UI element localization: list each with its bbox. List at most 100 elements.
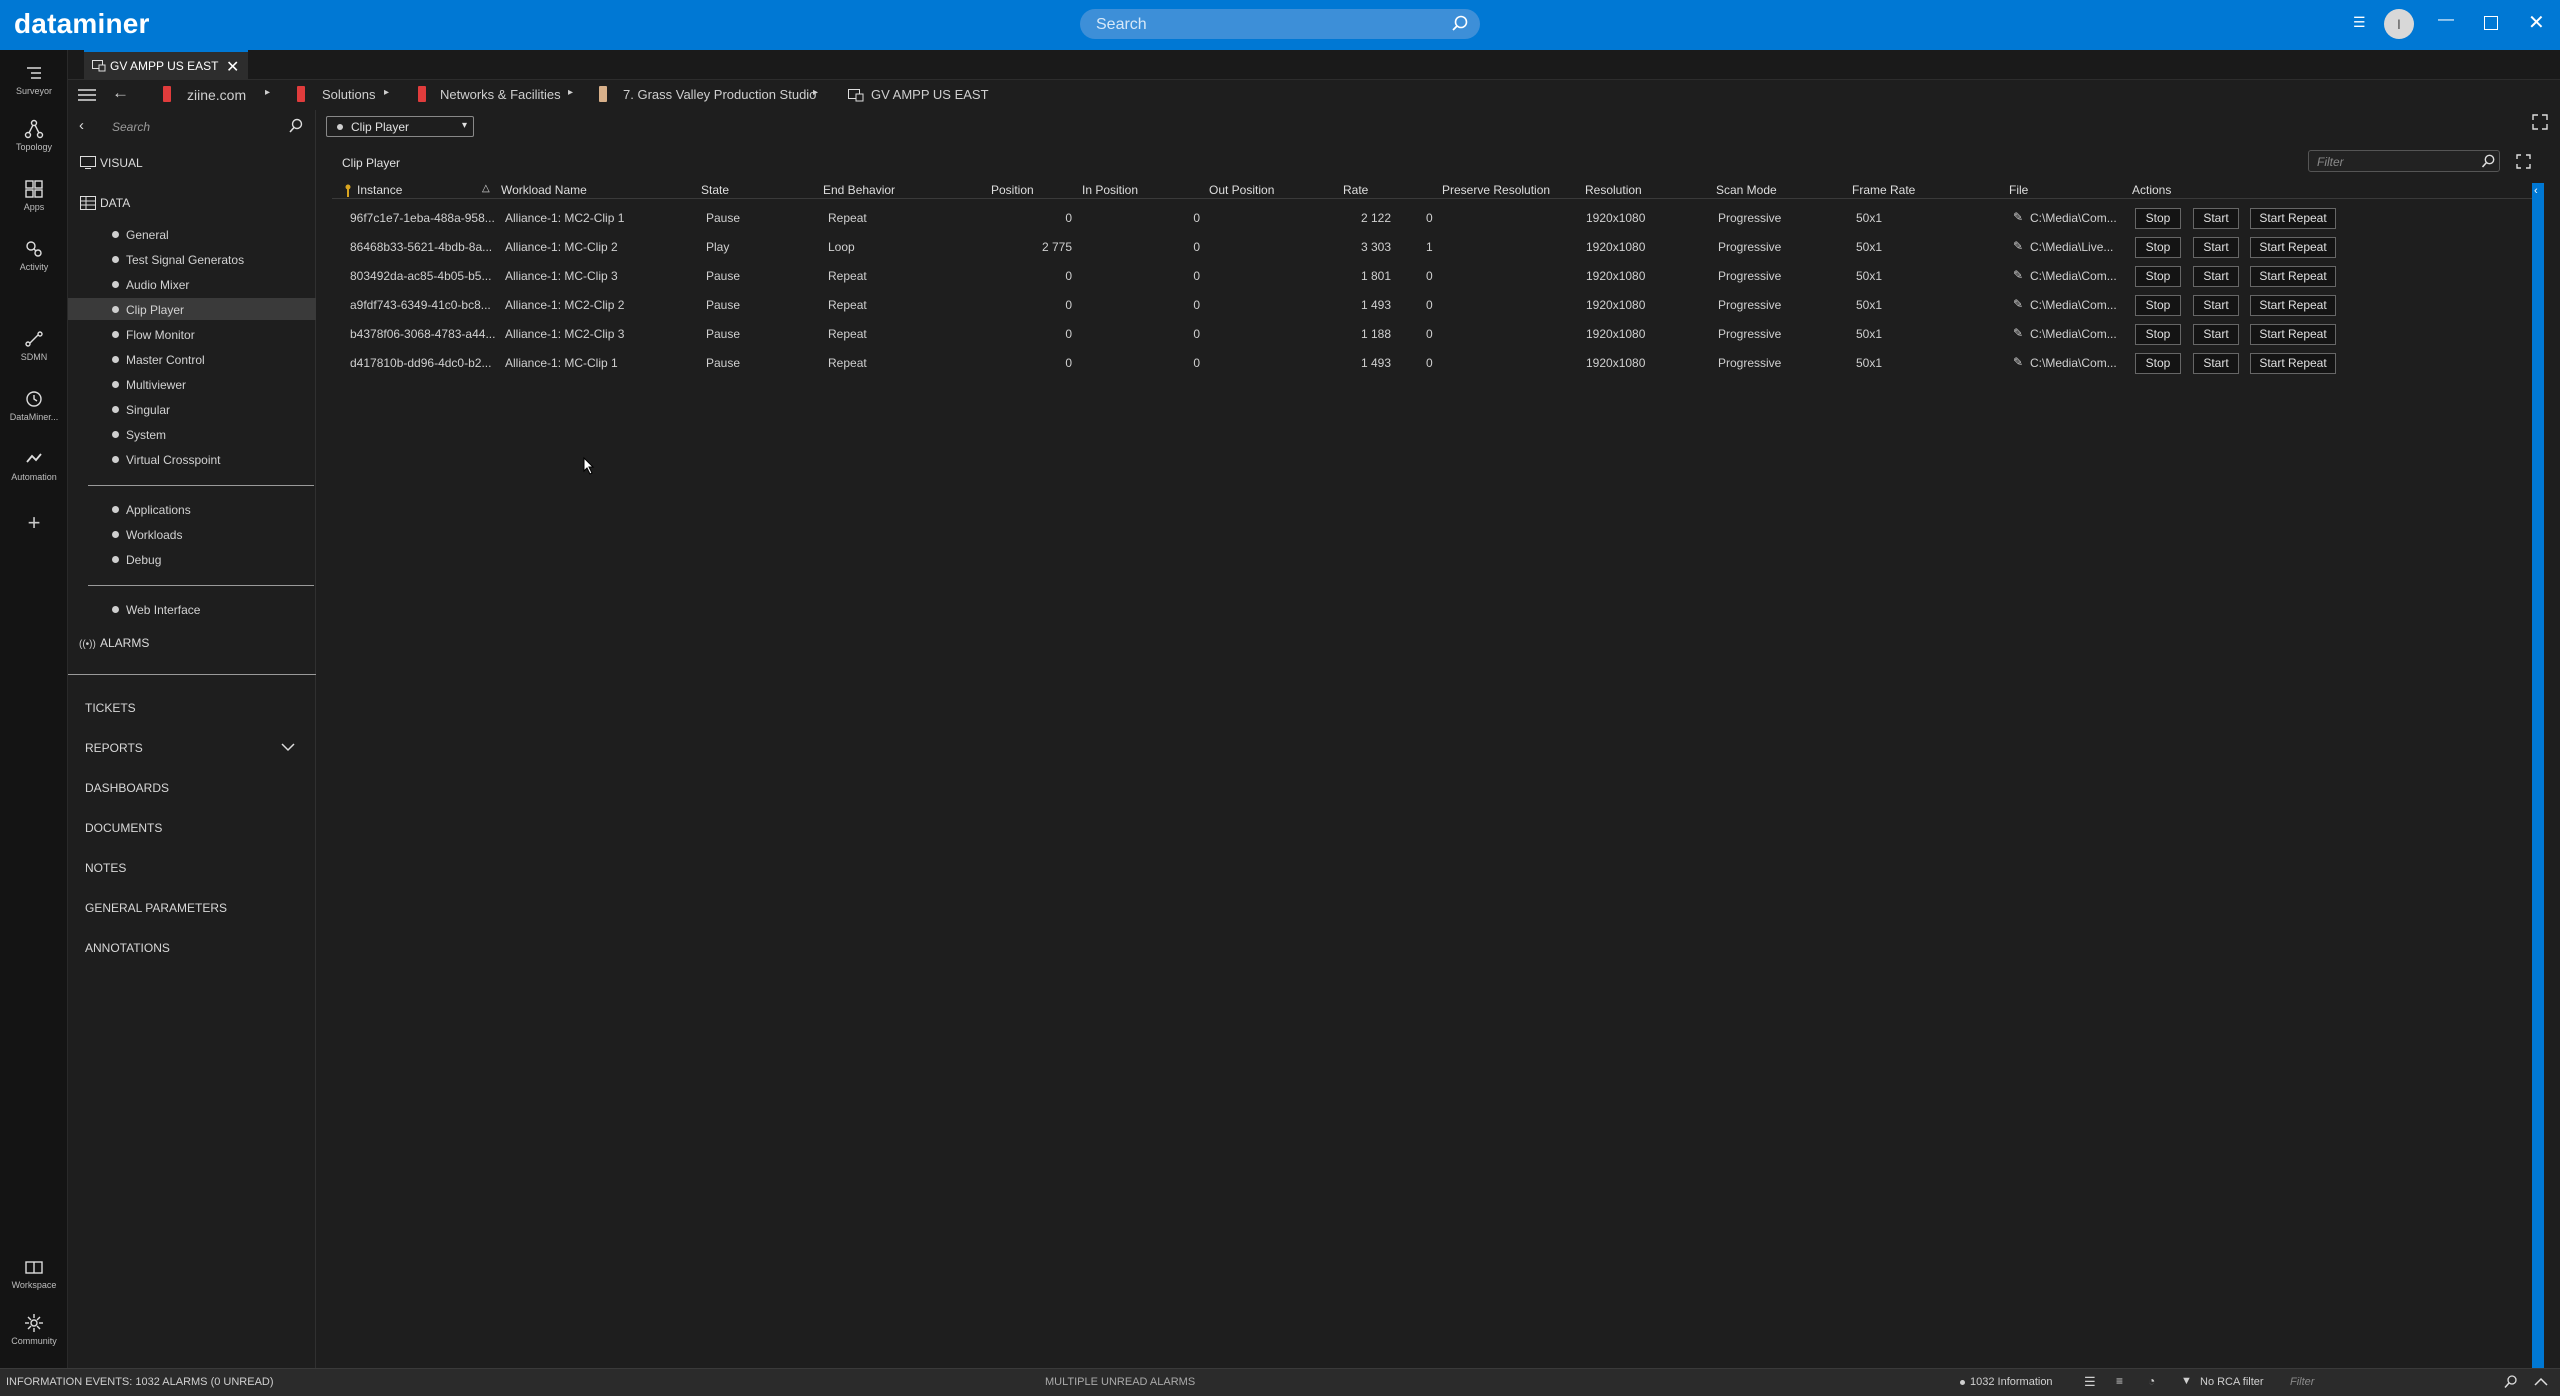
start-repeat-button[interactable]: Start Repeat <box>2250 324 2336 345</box>
nav-data[interactable]: DATA <box>100 196 130 210</box>
nav-item-applications[interactable]: Applications <box>126 503 191 517</box>
nav-annotations[interactable]: ANNOTATIONS <box>85 941 170 955</box>
table-row[interactable]: b4378f06-3068-4783-a44... Alliance-1: MC… <box>332 324 2532 345</box>
stop-button[interactable]: Stop <box>2135 208 2181 229</box>
rail-community[interactable]: Community <box>0 1312 68 1346</box>
column-header-instance[interactable]: Instance <box>357 183 402 197</box>
table-row[interactable]: a9fdf743-6349-41c0-bc8... Alliance-1: MC… <box>332 295 2532 316</box>
expand-icon[interactable] <box>2532 114 2548 133</box>
pencil-icon[interactable]: ✎ <box>2013 239 2023 253</box>
tab-close-icon[interactable]: ✕ <box>226 57 239 77</box>
nav-item-flow-monitor[interactable]: Flow Monitor <box>126 328 195 342</box>
start-button[interactable]: Start <box>2193 237 2239 258</box>
list-icon[interactable]: ☰ <box>2084 1374 2096 1390</box>
rail-dataminer[interactable]: DataMiner... <box>0 388 68 422</box>
nav-item-workloads[interactable]: Workloads <box>126 528 182 542</box>
minimize-icon[interactable]: — <box>2438 11 2454 29</box>
stop-button[interactable]: Stop <box>2135 324 2181 345</box>
avatar[interactable]: I <box>2384 9 2414 39</box>
table-row[interactable]: 86468b33-5621-4bdb-8a... Alliance-1: MC-… <box>332 237 2532 258</box>
nav-alarms[interactable]: ALARMS <box>100 636 149 650</box>
collapse-nav-icon[interactable]: ‹ <box>79 117 84 134</box>
column-header-position[interactable]: Position <box>991 183 1034 197</box>
column-header-frame-rate[interactable]: Frame Rate <box>1852 183 1915 197</box>
right-panel-scrollbar[interactable] <box>2532 183 2544 1368</box>
nav-tickets[interactable]: TICKETS <box>85 701 136 715</box>
start-button[interactable]: Start <box>2193 208 2239 229</box>
start-button[interactable]: Start <box>2193 266 2239 287</box>
rail-surveyor[interactable]: Surveyor <box>0 62 68 96</box>
status-information-events[interactable]: INFORMATION EVENTS: 1032 ALARMS (0 UNREA… <box>6 1376 274 1388</box>
breadcrumb-item[interactable]: 7. Grass Valley Production Studio <box>623 87 816 102</box>
sort-up-icon[interactable]: △ <box>482 183 490 194</box>
tab-gv-ampp-us-east[interactable]: GV AMPP US EAST ✕ <box>84 50 248 80</box>
search-icon[interactable] <box>2481 154 2496 169</box>
nav-item-debug[interactable]: Debug <box>126 553 161 567</box>
nav-item-singular[interactable]: Singular <box>126 403 170 417</box>
status-filter-input[interactable]: Filter <box>2290 1376 2314 1388</box>
start-repeat-button[interactable]: Start Repeat <box>2250 208 2336 229</box>
rail-apps[interactable]: Apps <box>0 178 68 212</box>
column-header-file[interactable]: File <box>2009 183 2028 197</box>
breadcrumb-item[interactable]: ziine.com <box>187 87 246 103</box>
table-row[interactable]: 96f7c1e7-1eba-488a-958... Alliance-1: MC… <box>332 208 2532 229</box>
pencil-icon[interactable]: ✎ <box>2013 355 2023 369</box>
start-button[interactable]: Start <box>2193 353 2239 374</box>
column-header-resolution[interactable]: Resolution <box>1585 183 1642 197</box>
rail-sdmn[interactable]: SDMN <box>0 328 68 362</box>
nav-documents[interactable]: DOCUMENTS <box>85 821 162 835</box>
stop-button[interactable]: Stop <box>2135 237 2181 258</box>
pencil-icon[interactable]: ✎ <box>2013 268 2023 282</box>
search-icon[interactable] <box>288 118 304 134</box>
nav-item-general[interactable]: General <box>126 228 169 242</box>
pencil-icon[interactable]: ✎ <box>2013 210 2023 224</box>
nav-item-test-signal-generatos[interactable]: Test Signal Generatos <box>126 253 244 267</box>
chevron-down-icon[interactable] <box>281 742 295 752</box>
stop-button[interactable]: Stop <box>2135 295 2181 316</box>
back-arrow-icon[interactable]: ← <box>112 83 129 103</box>
hamburger-icon[interactable] <box>78 88 96 102</box>
nav-reports[interactable]: REPORTS <box>85 741 143 755</box>
global-search-input[interactable]: Search <box>1080 9 1480 39</box>
filter-icon[interactable]: ▼ <box>2181 1375 2192 1387</box>
nav-item-system[interactable]: System <box>126 428 166 442</box>
status-rca-filter[interactable]: No RCA filter <box>2200 1376 2264 1388</box>
column-header-out-position[interactable]: Out Position <box>1209 183 1274 197</box>
breadcrumb-item[interactable]: Solutions <box>322 87 375 102</box>
nav-item-audio-mixer[interactable]: Audio Mixer <box>126 278 189 292</box>
search-icon[interactable] <box>2504 1375 2518 1389</box>
start-repeat-button[interactable]: Start Repeat <box>2250 295 2336 316</box>
nav-item-clip-player[interactable]: Clip Player <box>126 303 184 317</box>
column-header-preserve-resolution[interactable]: Preserve Resolution <box>1442 183 1550 197</box>
column-header-workload-name[interactable]: Workload Name <box>501 183 587 197</box>
page-selector-dropdown[interactable]: Clip Player ▾ <box>326 116 474 137</box>
chevron-up-icon[interactable] <box>2534 1377 2548 1387</box>
nav-item-multiviewer[interactable]: Multiviewer <box>126 378 186 392</box>
nav-dashboards[interactable]: DASHBOARDS <box>85 781 169 795</box>
nav-item-virtual-crosspoint[interactable]: Virtual Crosspoint <box>126 453 221 467</box>
column-header-end-behavior[interactable]: End Behavior <box>823 183 895 197</box>
nav-item-web-interface[interactable]: Web Interface <box>126 603 200 617</box>
close-icon[interactable]: ✕ <box>2528 10 2545 35</box>
start-repeat-button[interactable]: Start Repeat <box>2250 266 2336 287</box>
table-row[interactable]: d417810b-dd96-4dc0-b2... Alliance-1: MC-… <box>332 353 2532 374</box>
breadcrumb-item[interactable]: GV AMPP US EAST <box>871 87 989 102</box>
rail-topology[interactable]: Topology <box>0 118 68 152</box>
status-information-count[interactable]: 1032 Information <box>1970 1376 2053 1388</box>
rail-workspace[interactable]: Workspace <box>0 1256 68 1290</box>
column-header-scan-mode[interactable]: Scan Mode <box>1716 183 1777 197</box>
start-repeat-button[interactable]: Start Repeat <box>2250 353 2336 374</box>
nav-visual[interactable]: VISUAL <box>100 156 143 170</box>
clock-icon[interactable]: ◔ <box>2148 1374 2155 1388</box>
column-header-state[interactable]: State <box>701 183 729 197</box>
restore-icon[interactable] <box>2484 16 2498 30</box>
search-icon[interactable] <box>1450 14 1470 34</box>
breadcrumb-item[interactable]: Networks & Facilities <box>440 87 561 102</box>
dropdown-icon[interactable]: ☰ <box>2353 14 2366 31</box>
start-button[interactable]: Start <box>2193 295 2239 316</box>
rail-automation[interactable]: Automation <box>0 448 68 482</box>
nav-general-parameters[interactable]: GENERAL PARAMETERS <box>85 901 227 915</box>
add-icon[interactable]: + <box>0 510 68 536</box>
column-header-in-position[interactable]: In Position <box>1082 183 1138 197</box>
table-fullscreen-icon[interactable] <box>2516 154 2531 172</box>
